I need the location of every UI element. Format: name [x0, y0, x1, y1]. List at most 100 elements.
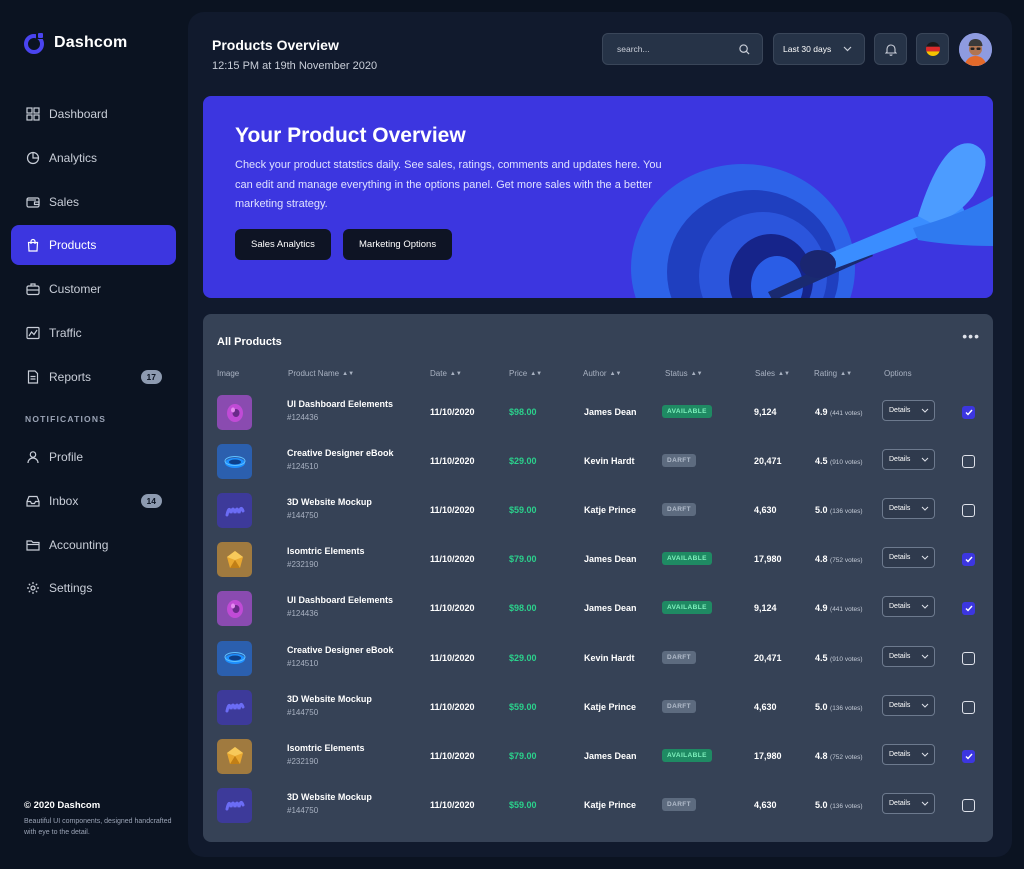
status-badge: AVAILABLE — [662, 552, 712, 566]
table-row[interactable]: Creative Designer eBook #124510 11/10/20… — [203, 437, 993, 486]
sidebar-item-customer[interactable]: Customer — [11, 269, 176, 309]
table-row[interactable]: UI Dashboard Eelements #124436 11/10/202… — [203, 584, 993, 633]
sidebar-item-profile[interactable]: Profile — [11, 437, 176, 477]
row-checkbox[interactable] — [962, 651, 975, 665]
rating-votes: (910 votes) — [830, 459, 863, 467]
sidebar-item-traffic[interactable]: Traffic — [11, 313, 176, 353]
product-name[interactable]: Creative Designer eBook — [287, 645, 394, 655]
details-dropdown[interactable]: Details — [882, 792, 935, 814]
product-name[interactable]: 3D Website Mockup — [287, 694, 372, 704]
column-header-options: Options — [884, 369, 912, 378]
product-sales: 20,471 — [754, 456, 782, 467]
user-avatar[interactable] — [959, 33, 992, 66]
more-options-icon[interactable]: ••• — [962, 328, 980, 344]
dashcom-logo-icon — [24, 32, 44, 54]
sidebar-item-settings[interactable]: Settings — [11, 568, 176, 608]
status-badge: DARFT — [662, 797, 697, 811]
product-date: 11/10/2020 — [430, 799, 475, 810]
table-row[interactable]: Isomtric Elements #232190 11/10/2020 $79… — [203, 535, 993, 584]
brand[interactable]: Dashcom — [23, 32, 127, 54]
search-icon[interactable] — [739, 43, 750, 55]
row-checkbox[interactable] — [962, 406, 975, 419]
column-header-author[interactable]: Author ▲▼ — [583, 369, 621, 378]
search-input[interactable] — [617, 44, 727, 54]
status-badge: AVAILABLE — [662, 601, 712, 615]
sidebar-item-label: Sales — [49, 194, 80, 209]
rating-votes: (910 votes) — [830, 655, 863, 663]
chevron-down-icon — [921, 555, 929, 561]
hero-text: Check your product statstics daily. See … — [235, 159, 662, 210]
product-name[interactable]: UI Dashboard Eelements — [287, 595, 393, 605]
details-dropdown[interactable]: Details — [882, 449, 935, 471]
product-name[interactable]: 3D Website Mockup — [287, 792, 372, 802]
product-name[interactable]: Creative Designer eBook — [287, 448, 394, 458]
marketing-options-button[interactable]: Marketing Options — [343, 229, 453, 260]
language-button[interactable] — [916, 33, 949, 65]
product-3d-icon — [226, 747, 243, 765]
chevron-down-icon — [921, 605, 929, 610]
row-checkbox[interactable] — [962, 602, 975, 616]
table-row[interactable]: Creative Designer eBook #124510 11/10/20… — [203, 634, 993, 683]
product-3d-icon — [226, 599, 243, 618]
sidebar-item-sales[interactable]: Sales — [11, 182, 176, 222]
details-label: Details — [889, 652, 911, 660]
table-row[interactable]: 3D Website Mockup #144750 11/10/2020 $59… — [203, 683, 993, 732]
details-label: Details — [889, 407, 911, 414]
column-header-sales[interactable]: Sales ▲▼ — [755, 369, 790, 378]
product-id: #124510 — [287, 462, 319, 472]
product-rating: 4.9 (441 votes) — [815, 407, 863, 417]
row-checkbox[interactable] — [962, 504, 975, 518]
table-row[interactable]: UI Dashboard Eelements #124436 11/10/202… — [203, 388, 993, 437]
details-label: Details — [889, 505, 911, 513]
table-row[interactable]: Isomtric Elements #232190 11/10/2020 $79… — [203, 732, 993, 781]
product-3d-icon — [224, 455, 245, 468]
sort-icon: ▲▼ — [609, 370, 622, 377]
column-header-status[interactable]: Status ▲▼ — [665, 369, 703, 378]
sidebar-item-products[interactable]: Products — [11, 225, 176, 266]
sidebar-item-dashboard[interactable]: Dashboard — [11, 94, 176, 134]
sidebar-item-reports[interactable]: Reports 17 — [11, 357, 176, 397]
row-checkbox[interactable] — [962, 455, 975, 469]
details-dropdown[interactable]: Details — [882, 743, 935, 765]
column-header-date[interactable]: Date ▲▼ — [430, 369, 462, 378]
notifications-button[interactable] — [874, 33, 907, 65]
product-author: Kevin Hardt — [584, 456, 635, 467]
row-checkbox[interactable] — [962, 553, 975, 567]
product-name[interactable]: Isomtric Elements — [287, 546, 365, 556]
rating-value: 4.9 — [815, 407, 828, 417]
sidebar-item-label: Reports — [49, 369, 92, 384]
details-dropdown[interactable]: Details — [882, 694, 935, 716]
sidebar-item-analytics[interactable]: Analytics — [11, 138, 176, 178]
sidebar-item-label: Analytics — [49, 150, 98, 165]
column-header-name[interactable]: Product Name ▲▼ — [288, 369, 354, 378]
product-name[interactable]: 3D Website Mockup — [287, 497, 372, 507]
sidebar-item-inbox[interactable]: Inbox 14 — [11, 481, 176, 521]
status-badge: DARFT — [662, 699, 697, 713]
details-label: Details — [889, 554, 911, 562]
column-header-price[interactable]: Price ▲▼ — [509, 369, 542, 378]
product-sales: 9,124 — [754, 603, 777, 614]
table-row[interactable]: 3D Website Mockup #144750 11/10/2020 $59… — [203, 486, 993, 535]
sales-analytics-button[interactable]: Sales Analytics — [235, 229, 331, 260]
product-id: #124436 — [287, 609, 319, 619]
page-subtitle: 12:15 PM at 19th November 2020 — [212, 60, 378, 72]
details-dropdown[interactable]: Details — [882, 400, 935, 421]
product-name[interactable]: Isomtric Elements — [287, 743, 365, 753]
product-id: #144750 — [287, 707, 319, 717]
grid-icon — [26, 107, 40, 121]
table-row[interactable]: 3D Website Mockup #144750 11/10/2020 $59… — [203, 781, 993, 830]
column-header-rating[interactable]: Rating ▲▼ — [814, 369, 852, 378]
details-dropdown[interactable]: Details — [882, 498, 935, 520]
details-dropdown[interactable]: Details — [882, 547, 935, 569]
details-dropdown[interactable]: Details — [882, 596, 935, 618]
product-thumbnail — [217, 591, 252, 627]
product-name[interactable]: UI Dashboard Eelements — [287, 399, 393, 409]
product-id: #144750 — [287, 511, 319, 521]
sidebar-item-accounting[interactable]: Accounting — [11, 525, 176, 565]
product-3d-icon — [226, 403, 243, 422]
date-range-select[interactable]: Last 30 days — [773, 33, 865, 65]
row-checkbox[interactable] — [962, 798, 975, 812]
row-checkbox[interactable] — [962, 749, 975, 763]
details-dropdown[interactable]: Details — [882, 645, 935, 667]
row-checkbox[interactable] — [962, 700, 975, 714]
